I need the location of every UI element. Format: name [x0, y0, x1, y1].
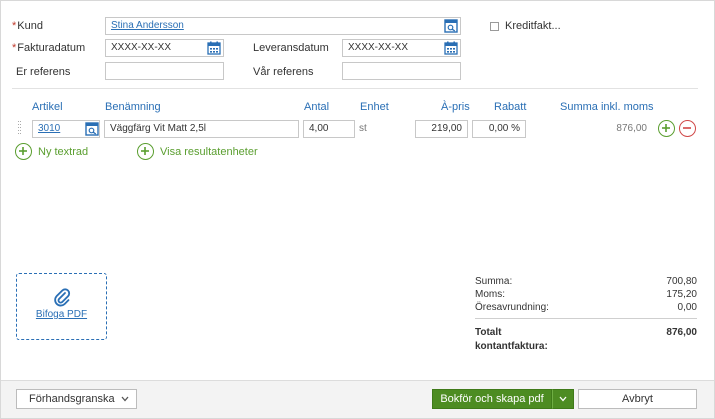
visa-resultatenheter-add-icon[interactable] — [137, 143, 154, 160]
summa-total-value: 700,80 — [666, 276, 697, 287]
er-referens-input[interactable] — [105, 62, 224, 80]
plus-icon — [662, 124, 670, 132]
leveransdatum-label: Leveransdatum — [253, 42, 329, 54]
totalt-label-line2: kontantfaktura: — [475, 341, 548, 352]
oresavrundning-label: Öresavrundning: — [475, 302, 549, 313]
column-header-summa[interactable]: Summa inkl. moms — [560, 101, 654, 113]
book-and-create-pdf-button[interactable]: Bokför och skapa pdf — [432, 389, 552, 409]
ny-textrad-link[interactable]: Ny textrad — [38, 146, 88, 158]
enhet-value: st — [359, 123, 367, 134]
paperclip-icon — [54, 288, 71, 307]
visa-resultatenheter-link[interactable]: Visa resultatenheter — [160, 146, 258, 158]
ny-textrad-add-icon[interactable] — [15, 143, 32, 160]
add-row-button[interactable] — [658, 120, 675, 137]
attach-pdf-link[interactable]: Bifoga PDF — [17, 309, 106, 320]
calendar-icon[interactable] — [207, 41, 221, 55]
chevron-down-icon — [121, 396, 129, 402]
attach-pdf-dropzone[interactable]: Bifoga PDF — [16, 273, 107, 340]
benamning-input[interactable]: Väggfärg Vit Matt 2,5l — [104, 120, 299, 138]
fakturadatum-label: *Fakturadatum — [12, 42, 85, 54]
var-referens-input[interactable] — [342, 62, 461, 80]
minus-icon — [683, 127, 691, 129]
rabatt-input[interactable]: 0,00 % — [472, 120, 526, 138]
kreditfaktura-label: Kreditfakt... — [505, 20, 561, 32]
moms-label: Moms: — [475, 289, 505, 300]
kreditfaktura-checkbox[interactable] — [490, 22, 499, 31]
apris-input[interactable]: 219,00 — [415, 120, 468, 138]
kund-label: *Kund — [12, 20, 43, 32]
book-options-dropdown-button[interactable] — [552, 389, 574, 409]
drag-handle-icon[interactable] — [18, 121, 22, 135]
preview-button-label: Förhandsgranska — [29, 393, 115, 405]
required-marker: * — [12, 20, 17, 32]
er-referens-label: Er referens — [16, 66, 71, 78]
column-header-apris[interactable]: À-pris — [441, 101, 470, 113]
fakturadatum-label-text: Fakturadatum — [17, 42, 86, 54]
kund-input[interactable]: Stina Andersson — [105, 17, 461, 35]
var-referens-label: Vår referens — [253, 66, 314, 78]
oresavrundning-value: 0,00 — [677, 302, 697, 313]
customer-lookup-icon[interactable] — [444, 19, 458, 33]
summary-divider — [475, 318, 697, 319]
plus-icon — [141, 147, 149, 155]
antal-input[interactable]: 4,00 — [303, 120, 355, 138]
summa-value: 876,00 — [616, 123, 647, 134]
remove-row-button[interactable] — [679, 120, 696, 137]
kund-label-text: Kund — [17, 20, 43, 32]
column-header-enhet[interactable]: Enhet — [360, 101, 389, 113]
divider — [12, 88, 698, 89]
summa-label: Summa: — [475, 276, 513, 287]
cancel-button[interactable]: Avbryt — [578, 389, 697, 409]
column-header-rabatt[interactable]: Rabatt — [494, 101, 526, 113]
calendar-icon[interactable] — [444, 41, 458, 55]
article-lookup-icon[interactable] — [85, 122, 99, 136]
plus-icon — [19, 147, 27, 155]
totalt-label-line1: Totalt — [475, 327, 502, 338]
required-marker: * — [12, 42, 17, 54]
preview-dropdown-button[interactable]: Förhandsgranska — [16, 389, 137, 409]
column-header-artikel[interactable]: Artikel — [32, 101, 63, 113]
totalt-value: 876,00 — [666, 327, 697, 338]
moms-value: 175,20 — [666, 289, 697, 300]
chevron-down-icon — [559, 396, 567, 402]
column-header-antal[interactable]: Antal — [304, 101, 329, 113]
column-header-benamning[interactable]: Benämning — [105, 101, 161, 113]
